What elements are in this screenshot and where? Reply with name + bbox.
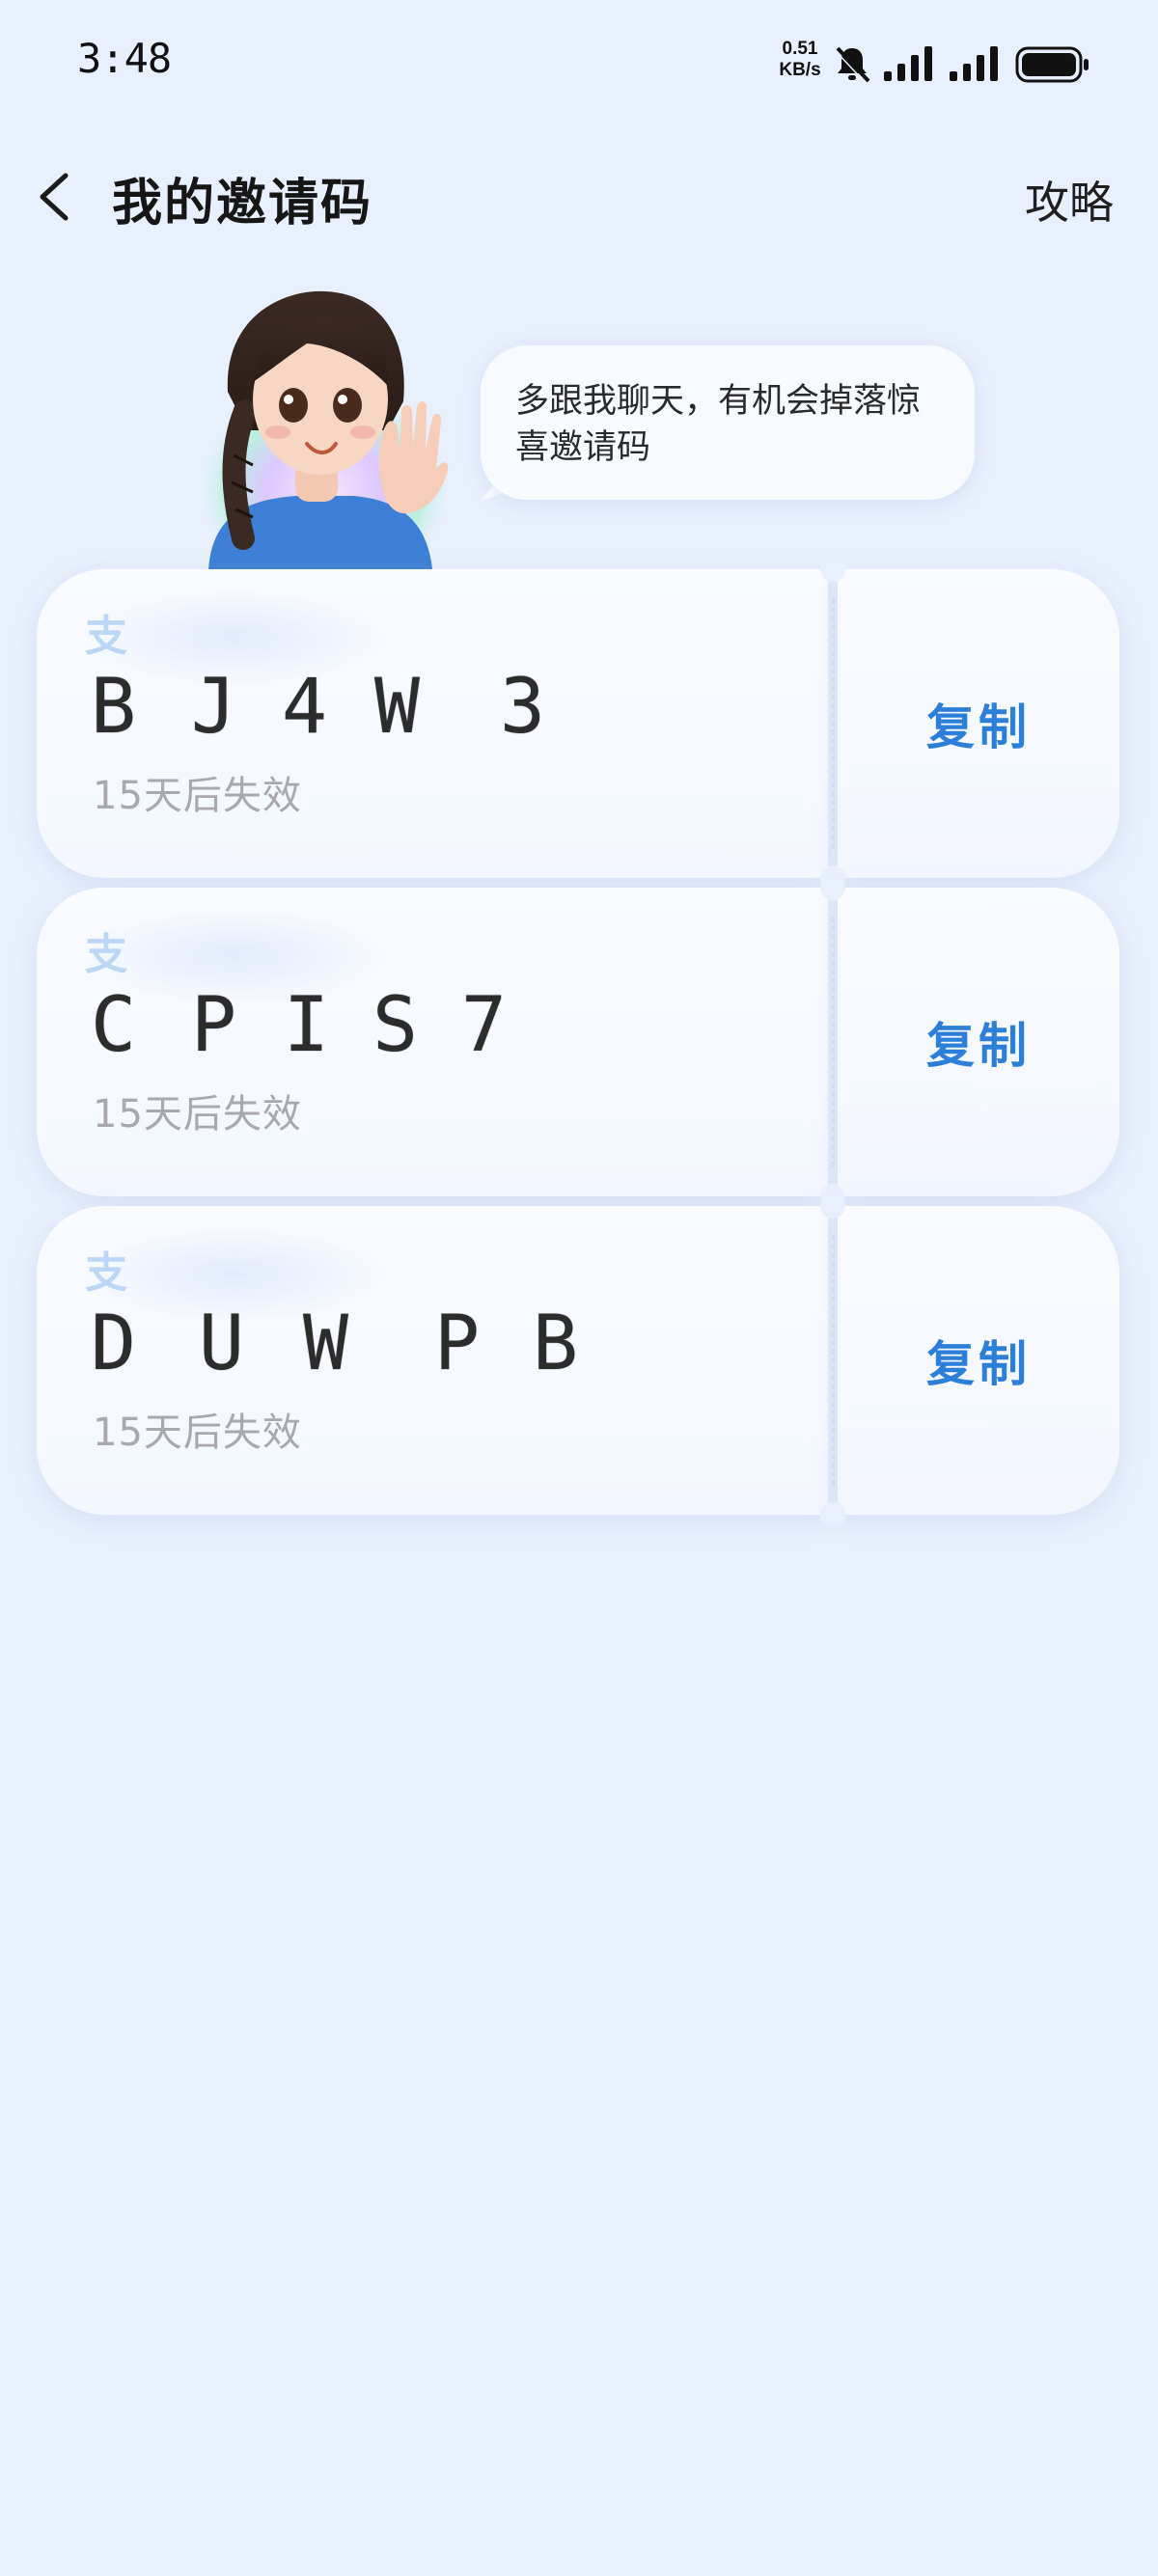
alipay-watermark-icon: 支 [85, 930, 127, 979]
mute-icon [834, 46, 870, 84]
invite-card: 支 B J 4 W 3 15天后失效 复制 [37, 557, 1119, 891]
assistant-avatar [194, 290, 450, 569]
chevron-left-icon[interactable] [33, 166, 75, 228]
expire-text: 15天后失效 [93, 774, 302, 818]
invite-code-char: I [284, 982, 329, 1069]
alipay-watermark-icon: 支 [85, 612, 127, 661]
battery-icon [1015, 46, 1089, 83]
expire-text: 15天后失效 [93, 1092, 302, 1137]
invite-code: C P I S 7 [91, 982, 519, 1069]
network-speed: 0.51 KB/s [778, 39, 822, 81]
signal-icon [884, 46, 932, 81]
page-title: 我的邀请码 [112, 175, 373, 233]
invite-card-body: 支 C P I S 7 15天后失效 [37, 888, 828, 1196]
invite-code-char: W [374, 664, 420, 751]
invite-code-char: S [372, 982, 418, 1069]
invite-code-char: 3 [500, 664, 545, 751]
invite-card: 支 D U W P B 15天后失效 复制 [37, 1193, 1119, 1527]
expire-text: 15天后失效 [93, 1411, 302, 1455]
network-speed-unit: KB/s [779, 60, 821, 80]
invite-code-char: 7 [461, 982, 507, 1069]
invite-code-char: B [91, 664, 136, 751]
card-divider [832, 1235, 835, 1486]
invite-code-page: 3:48 0.51 KB/s 我的邀请码 攻略 多跟我聊天，有机会掉落惊喜邀请码… [0, 0, 1158, 2576]
assistant-speech-bubble: 多跟我聊天，有机会掉落惊喜邀请码 [481, 345, 975, 500]
invite-code-char: W [303, 1301, 348, 1387]
signal-icon [950, 46, 998, 81]
status-time: 3:48 [77, 35, 172, 82]
invite-card: 支 C P I S 7 15天后失效 复制 [37, 875, 1119, 1209]
invite-code: B J 4 W 3 [91, 664, 558, 751]
card-divider [832, 598, 835, 849]
alipay-watermark-icon: 支 [85, 1248, 127, 1298]
invite-code-char: P [191, 982, 236, 1069]
invite-code-char: D [91, 1301, 136, 1387]
invite-code-char: B [533, 1301, 578, 1387]
copy-button[interactable]: 复制 [838, 569, 1119, 878]
status-bar: 3:48 0.51 KB/s [0, 0, 1158, 125]
copy-button[interactable]: 复制 [838, 1206, 1119, 1515]
invite-card-body: 支 D U W P B 15天后失效 [37, 1206, 828, 1515]
invite-code-char: C [91, 982, 136, 1069]
card-divider [832, 917, 835, 1167]
invite-code-char: 4 [282, 664, 327, 751]
network-speed-value: 0.51 [782, 39, 818, 59]
invite-card-body: 支 B J 4 W 3 15天后失效 [37, 569, 828, 878]
strategy-link[interactable]: 攻略 [1025, 168, 1114, 232]
invite-code-char: J [191, 664, 236, 751]
invite-code-char: U [199, 1301, 244, 1387]
copy-button[interactable]: 复制 [838, 888, 1119, 1196]
invite-code-char: P [434, 1301, 480, 1387]
invite-code: D U W P B [91, 1301, 591, 1387]
